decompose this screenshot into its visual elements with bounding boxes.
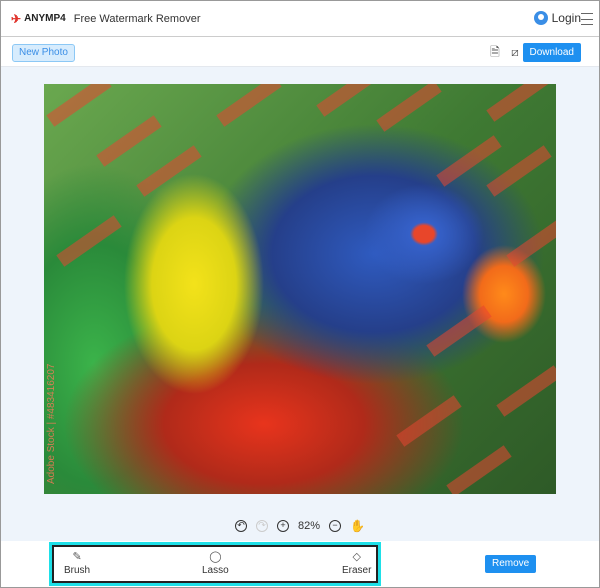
crop-icon[interactable]: ⧄ [509,46,521,59]
brand-name: ANYMP4 [24,13,66,24]
watermark-stripe [136,145,202,197]
watermark-stripe [46,84,112,127]
undo-icon[interactable]: ↶ [235,520,247,532]
lasso-label: Lasso [202,565,229,576]
lasso-icon: ◯ [209,551,222,563]
watermark-stripe [56,215,122,267]
eraser-icon: ◇ [352,551,361,563]
parrot-photo[interactable]: Adobe Stock | #483416207 [44,84,556,494]
watermark-stripe [376,84,442,132]
eraser-tool[interactable]: ◇ Eraser [342,550,371,576]
history-icon[interactable]: 🗎 [489,46,501,59]
watermark-stripe [396,395,462,447]
tool-group: ✎ Brush ◯ Lasso ◇ Eraser [49,542,381,586]
hand-pan-icon[interactable]: ✋ [350,519,365,533]
toolbar: New Photo 🗎 ⧄ Download [1,38,599,67]
login-label: Login [551,11,581,25]
watermark-stripe [426,305,492,357]
watermark-stripe [216,84,282,127]
zoom-out-icon[interactable]: − [329,520,342,532]
watermark-stripe [446,445,512,494]
watermark-stripe [486,145,552,197]
zoom-in-icon[interactable]: + [277,520,289,532]
lasso-tool[interactable]: ◯ Lasso [202,550,229,576]
brush-label: Brush [64,565,91,576]
watermark-stripe [506,215,556,267]
watermark-stripe [316,84,382,117]
download-button[interactable]: Download [522,43,581,62]
zoom-controls: ↶ ↷ + 82% − ✋ [1,519,599,533]
watermark-stripe [496,365,556,417]
watermark-text: Adobe Stock | #483416207 [46,363,57,484]
bird-logo-icon: ✈ [11,11,22,26]
user-icon [533,11,548,25]
logo[interactable]: ✈ ANYMP4 [11,12,66,26]
app-title: Free Watermark Remover [73,12,201,25]
remove-button[interactable]: Remove [485,555,537,573]
redo-icon[interactable]: ↷ [256,520,268,532]
canvas-area: Adobe Stock | #483416207 [1,67,599,541]
login-button[interactable]: Login [533,11,581,25]
brush-tool[interactable]: ✎ Brush [64,550,90,576]
zoom-level: 82% [298,520,321,532]
eraser-label: Eraser [342,565,372,576]
bottom-bar: ✎ Brush ◯ Lasso ◇ Eraser Remove [1,541,599,587]
watermark-stripe [486,84,552,122]
header: ✈ ANYMP4 Free Watermark Remover Login [1,1,599,37]
watermark-stripe [96,115,162,167]
watermark-stripe [436,135,502,187]
brush-icon: ✎ [72,551,82,563]
menu-icon[interactable] [581,13,593,25]
new-photo-button[interactable]: New Photo [12,44,75,62]
